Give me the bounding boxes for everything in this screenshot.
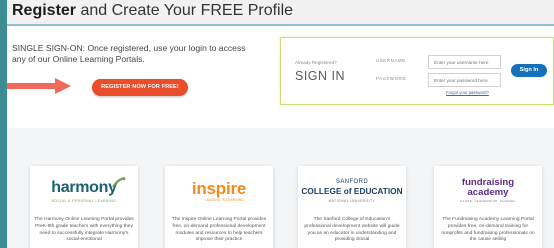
sanford-logo-tagline: NATIONAL UNIVERSITY — [328, 199, 376, 203]
inspire-logo-tagline: LEADING IN LEARNING — [205, 198, 245, 202]
page-title-bold: Register — [12, 2, 77, 19]
portal-card-inspire[interactable]: inspire LEADING IN LEARNING The Inspire … — [165, 166, 273, 248]
swoosh-icon — [112, 177, 126, 188]
inspire-description: The Inspire Online Learning Portal provi… — [171, 217, 267, 243]
register-now-button[interactable]: REGISTER NOW FOR FREE! — [92, 79, 188, 96]
sanford-description: The Sanford College of Education's profe… — [304, 217, 400, 243]
portal-card-fundraising[interactable]: fundraising academy CAUSE. LEADERSHIP. C… — [434, 166, 542, 248]
sso-description: SINGLE SIGN-ON: Once registered, use you… — [12, 43, 246, 64]
fundraising-logo-line2: academy — [467, 187, 509, 198]
arrow-right-icon — [7, 78, 71, 94]
password-input[interactable] — [428, 73, 501, 87]
page-frame: Register and Create Your FREE Profile SI… — [7, 0, 554, 248]
page-title: Register and Create Your FREE Profile — [12, 2, 293, 20]
page-title-rest: and Create Your FREE Profile — [76, 2, 294, 19]
sanford-logo-line1: SANFORD — [335, 179, 369, 185]
harmony-description: The Harmony Online Learning Portal provi… — [34, 217, 134, 243]
harmony-logo-tagline: SOCIAL & PERSONAL LEARNING — [51, 199, 117, 203]
portal-card-sanford[interactable]: SANFORD COLLEGE of EDUCATION NATIONAL UN… — [298, 166, 406, 248]
username-input[interactable] — [428, 55, 501, 69]
fundraising-description: The Fundraising Academy Learning Portal … — [441, 217, 535, 243]
signin-button[interactable]: Sign In — [511, 64, 547, 77]
sanford-logo-line2: COLLEGE of EDUCATION — [301, 186, 403, 196]
username-label: USERNAME — [376, 58, 406, 63]
portal-card-harmony[interactable]: harmony SOCIAL & PERSONAL LEARNING The H… — [30, 166, 138, 248]
title-bar: Register and Create Your FREE Profile — [7, 0, 554, 26]
fundraising-logo-tagline: CAUSE. LEADERSHIP. CHANGE. — [459, 199, 517, 203]
already-registered-label: Already Registered? — [295, 60, 337, 65]
signin-heading: SIGN IN — [295, 69, 346, 83]
password-label: PASSWORD — [376, 76, 407, 81]
signin-panel: Already Registered? SIGN IN USERNAME PAS… — [280, 37, 554, 105]
forgot-password-link[interactable]: Forgot your password? — [446, 90, 489, 95]
inspire-logo: inspire — [191, 179, 247, 198]
